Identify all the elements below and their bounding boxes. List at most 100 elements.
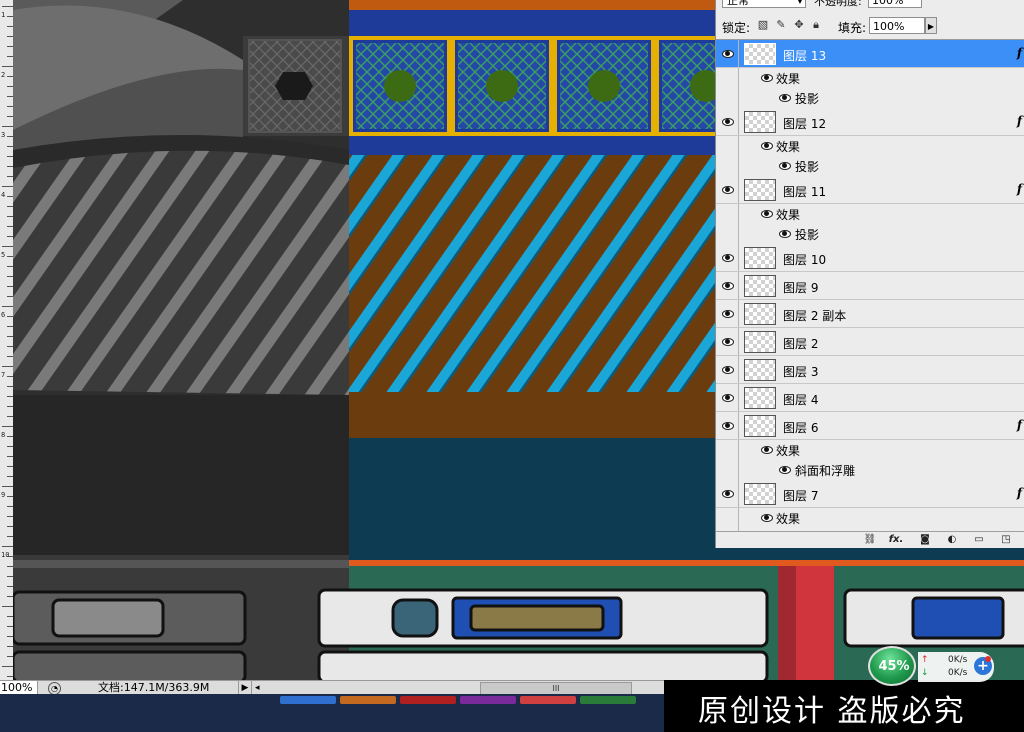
layer-thumbnail: [744, 275, 776, 297]
eye-icon[interactable]: [721, 337, 735, 347]
vertical-ruler[interactable]: 1 2 3 4 5 6 7 8 9 10: [0, 0, 14, 680]
net-speed-widget[interactable]: ↑ 0K/s ↓ 0K/s + 45%: [868, 646, 994, 686]
layers-panel: 正常 ▼ 不透明度: 100% 锁定: ▧ ✎ ✥ 🔒︎ 填充: 100% ▶ …: [715, 0, 1024, 548]
effects-row[interactable]: 效果: [716, 440, 1024, 460]
layer-row[interactable]: 图层 2: [716, 328, 1024, 356]
eye-icon[interactable]: [721, 281, 735, 291]
effect-row[interactable]: 投影: [716, 88, 1024, 109]
group-folder-icon[interactable]: ▭: [971, 533, 987, 546]
eye-icon[interactable]: [778, 93, 792, 103]
memory-ball[interactable]: 45%: [868, 646, 916, 686]
download-arrow-icon: ↓: [921, 668, 929, 678]
link-icon[interactable]: ⛓: [862, 533, 878, 546]
eye-icon[interactable]: [760, 209, 774, 219]
upload-speed: 0K/s: [948, 655, 968, 665]
effect-row[interactable]: 投影: [716, 224, 1024, 245]
zoom-field[interactable]: 100%: [0, 681, 38, 695]
taskbar-item[interactable]: [400, 696, 456, 704]
eye-icon[interactable]: [721, 117, 735, 127]
eye-icon[interactable]: [760, 445, 774, 455]
ruler-tick: [2, 426, 13, 427]
fx-indicator-icon[interactable]: f: [1017, 182, 1022, 196]
new-layer-icon[interactable]: ◳: [998, 533, 1014, 546]
fill-stepper-icon[interactable]: ▶: [925, 17, 937, 34]
eye-icon[interactable]: [760, 141, 774, 151]
lock-brush-icon[interactable]: ✎: [775, 19, 787, 31]
mask-icon[interactable]: ◙: [917, 533, 933, 546]
layer-row[interactable]: 图层 6 f: [716, 412, 1024, 440]
ruler-number: 5: [1, 251, 6, 259]
fx-indicator-icon[interactable]: f: [1017, 486, 1022, 500]
eye-icon[interactable]: [778, 161, 792, 171]
layer-row[interactable]: 图层 9: [716, 272, 1024, 300]
fx-indicator-icon[interactable]: f: [1017, 46, 1022, 60]
effects-label: 效果: [776, 208, 801, 222]
ruler-tick: [2, 306, 13, 307]
layer-row[interactable]: 图层 3: [716, 356, 1024, 384]
blend-mode-value: 正常: [727, 0, 749, 7]
layer-row[interactable]: 图层 10: [716, 244, 1024, 272]
effect-row[interactable]: 斜面和浮雕: [716, 460, 1024, 481]
visibility-toggle[interactable]: [716, 40, 739, 67]
eye-icon[interactable]: [721, 253, 735, 263]
eye-icon[interactable]: [721, 49, 735, 59]
lock-move-icon[interactable]: ✥: [793, 19, 805, 31]
effects-row[interactable]: 效果: [716, 136, 1024, 156]
layer-thumbnail: [744, 415, 776, 437]
opacity-label: 不透明度:: [814, 0, 862, 8]
panel-footer: ⛓ fx. ◙ ◐ ▭ ◳: [716, 531, 1024, 548]
scroll-left-icon[interactable]: ◂: [255, 681, 260, 695]
visibility-toggle[interactable]: [716, 356, 739, 383]
visibility-toggle[interactable]: [716, 176, 739, 203]
effects-row[interactable]: 效果: [716, 68, 1024, 88]
eye-icon[interactable]: [721, 365, 735, 375]
visibility-toggle[interactable]: [716, 244, 739, 271]
taskbar-item[interactable]: [280, 696, 336, 704]
eye-icon[interactable]: [760, 73, 774, 83]
fx-indicator-icon[interactable]: f: [1017, 418, 1022, 432]
eye-icon[interactable]: [721, 489, 735, 499]
lock-transparency-icon[interactable]: ▧: [757, 19, 769, 31]
status-menu-arrow-icon[interactable]: ▶: [238, 681, 252, 695]
layer-row[interactable]: 图层 11 f: [716, 176, 1024, 204]
eye-icon[interactable]: [778, 229, 792, 239]
blend-row: 正常 ▼ 不透明度: 100%: [716, 0, 1024, 12]
eye-icon[interactable]: [778, 465, 792, 475]
lock-all-icon[interactable]: 🔒︎: [810, 19, 822, 31]
fx-icon[interactable]: fx.: [888, 533, 904, 546]
layer-row[interactable]: 图层 4: [716, 384, 1024, 412]
layer-row[interactable]: 图层 12 f: [716, 108, 1024, 136]
taskbar-item[interactable]: [460, 696, 516, 704]
visibility-toggle[interactable]: [716, 384, 739, 411]
visibility-toggle[interactable]: [716, 300, 739, 327]
visibility-toggle[interactable]: [716, 328, 739, 355]
visibility-cell: [716, 68, 739, 88]
visibility-toggle[interactable]: [716, 412, 739, 439]
layer-row[interactable]: 图层 7 f: [716, 480, 1024, 508]
eye-icon[interactable]: [721, 421, 735, 431]
opacity-field[interactable]: 100%: [868, 0, 922, 8]
eye-icon[interactable]: [721, 393, 735, 403]
layer-row[interactable]: 图层 13 f: [716, 40, 1024, 68]
layer-row[interactable]: 图层 2 副本: [716, 300, 1024, 328]
visibility-toggle[interactable]: [716, 480, 739, 507]
visibility-toggle[interactable]: [716, 108, 739, 135]
effects-row[interactable]: 效果: [716, 204, 1024, 224]
ruler-tick: [2, 666, 13, 667]
adjustment-icon[interactable]: ◐: [944, 533, 960, 546]
eye-icon[interactable]: [721, 309, 735, 319]
taskbar-item[interactable]: [340, 696, 396, 704]
taskbar-item[interactable]: [580, 696, 636, 704]
layer-thumbnail: [744, 247, 776, 269]
chevron-down-icon: ▼: [796, 0, 803, 5]
taskbar-item[interactable]: [520, 696, 576, 704]
eye-icon[interactable]: [760, 513, 774, 523]
fx-indicator-icon[interactable]: f: [1017, 114, 1022, 128]
visibility-toggle[interactable]: [716, 272, 739, 299]
effect-row[interactable]: 投影: [716, 156, 1024, 177]
blend-mode-select[interactable]: 正常 ▼: [722, 0, 806, 8]
eye-icon[interactable]: [721, 185, 735, 195]
fill-field[interactable]: 100%: [869, 17, 925, 34]
ruler-tick: [2, 546, 13, 547]
effects-row[interactable]: 效果: [716, 508, 1024, 528]
